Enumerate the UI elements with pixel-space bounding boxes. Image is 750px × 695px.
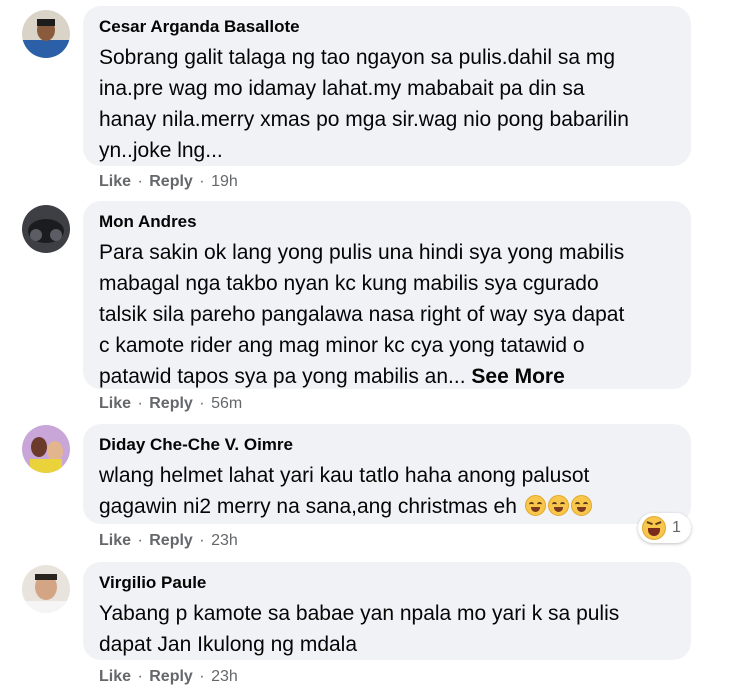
comment-actions: Like · Reply · 23h (99, 531, 238, 551)
comment-author[interactable]: Virgilio Paule (99, 572, 677, 594)
comment-timestamp[interactable]: 23h (211, 532, 238, 549)
separator: · (137, 173, 143, 190)
comment-text: Yabang p kamote sa babae yan npala mo ya… (99, 598, 677, 660)
comment-text: Para sakin ok lang yong pulis una hindi … (99, 237, 677, 392)
reply-link[interactable]: Reply (149, 173, 193, 190)
separator: · (137, 668, 143, 685)
avatar[interactable] (22, 205, 70, 253)
comment-author[interactable]: Mon Andres (99, 211, 677, 233)
comment-text-line: Para sakin ok lang yong pulis una hindi … (99, 241, 625, 264)
reaction-count: 1 (672, 519, 681, 536)
comment-author[interactable]: Diday Che-Che V. Oimre (99, 434, 677, 456)
grinning-face-emoji-icon (547, 495, 569, 516)
separator: · (137, 532, 143, 549)
see-more-link[interactable]: See More (471, 365, 564, 388)
separator: · (199, 532, 205, 549)
haha-reaction-icon (642, 516, 666, 540)
comment-text-line: talsik sila pareho pangalawa nasa right … (99, 303, 625, 326)
reaction-summary[interactable]: 1 (638, 513, 691, 543)
like-link[interactable]: Like (99, 668, 131, 685)
comment-text-line: yn..joke lng... (99, 139, 223, 162)
separator: · (199, 668, 205, 685)
comment-text-fragment: patawid tapos sya pa yong mabilis an... (99, 365, 466, 388)
comment-timestamp[interactable]: 56m (211, 395, 242, 412)
comment-text-line: Yabang p kamote sa babae yan npala mo ya… (99, 602, 620, 625)
separator: · (199, 395, 205, 412)
comment-text-line: gagawin ni2 merry na sana,ang christmas … (99, 491, 677, 522)
comment-text-line: wlang helmet lahat yari kau tatlo haha a… (99, 464, 590, 487)
comment-bubble: Virgilio Paule Yabang p kamote sa babae … (83, 562, 691, 660)
separator: · (137, 395, 143, 412)
comment-actions: Like · Reply · 23h (99, 667, 238, 687)
comment-text: wlang helmet lahat yari kau tatlo haha a… (99, 460, 677, 522)
comment-text-line: dapat Jan Ikulong ng mdala (99, 633, 358, 656)
comment-text-line: patawid tapos sya pa yong mabilis an... … (99, 361, 677, 392)
like-link[interactable]: Like (99, 395, 131, 412)
comment-bubble: Diday Che-Che V. Oimre wlang helmet laha… (83, 424, 691, 524)
comment-text-line: c kamote rider ang mag minor kc cya yong… (99, 334, 585, 357)
comment-timestamp[interactable]: 23h (211, 668, 238, 685)
comment-text-line: hanay nila.merry xmas po mga sir.wag nio… (99, 108, 629, 131)
grinning-face-emoji-icon (570, 495, 592, 516)
grinning-face-emoji-icon (524, 495, 546, 516)
comment-text-fragment: gagawin ni2 merry na sana,ang christmas … (99, 495, 517, 518)
comment-text-line: Sobrang galit talaga ng tao ngayon sa pu… (99, 46, 616, 69)
reply-link[interactable]: Reply (149, 532, 193, 549)
reply-link[interactable]: Reply (149, 395, 193, 412)
comment-author[interactable]: Cesar Arganda Basallote (99, 16, 677, 38)
comment-bubble: Cesar Arganda Basallote Sobrang galit ta… (83, 6, 691, 166)
like-link[interactable]: Like (99, 173, 131, 190)
reply-link[interactable]: Reply (149, 668, 193, 685)
comment-text: Sobrang galit talaga ng tao ngayon sa pu… (99, 42, 677, 166)
comment-text-line: mabagal nga takbo nyan kc kung mabilis s… (99, 272, 599, 295)
comment-actions: Like · Reply · 56m (99, 394, 242, 414)
comment-text-line: ina.pre wag mo idamay lahat.my mababait … (99, 77, 585, 100)
avatar[interactable] (22, 425, 70, 473)
avatar[interactable] (22, 565, 70, 613)
comment-timestamp[interactable]: 19h (211, 173, 238, 190)
separator: · (199, 173, 205, 190)
avatar[interactable] (22, 10, 70, 58)
comment-actions: Like · Reply · 19h (99, 172, 238, 192)
like-link[interactable]: Like (99, 532, 131, 549)
comment-bubble: Mon Andres Para sakin ok lang yong pulis… (83, 201, 691, 389)
